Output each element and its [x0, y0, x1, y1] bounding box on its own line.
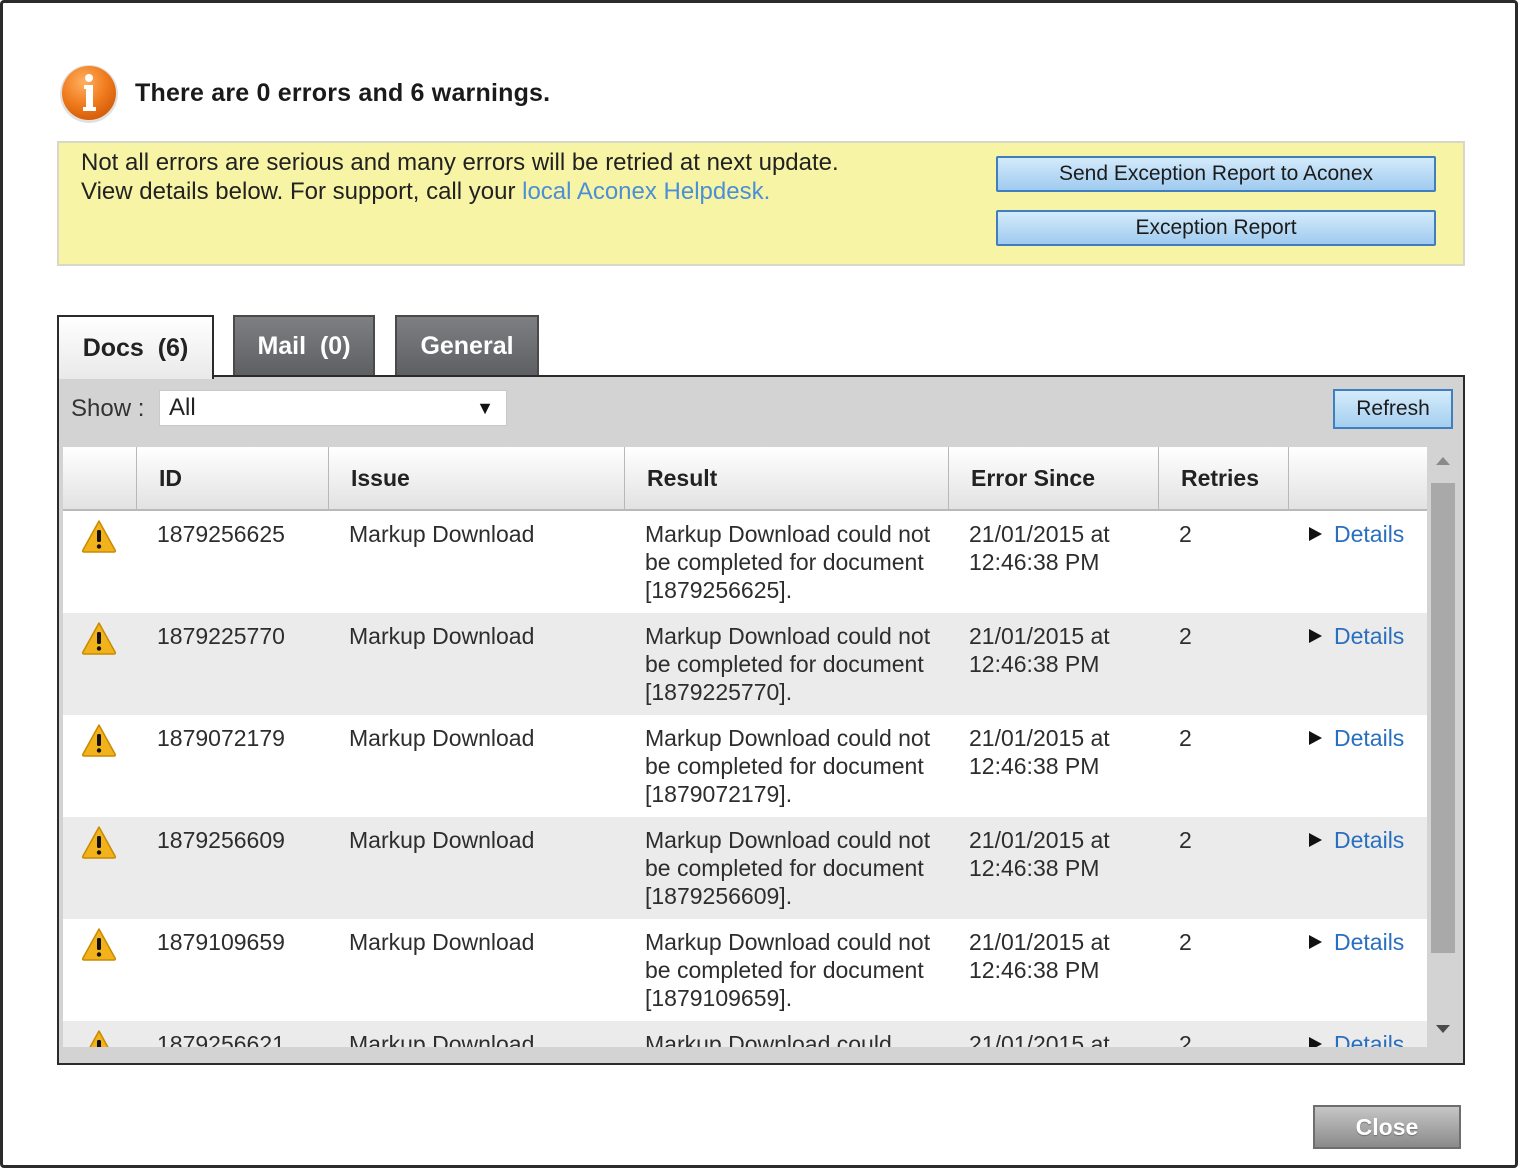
table-row[interactable]: 1879256621 Markup Download Markup Download…: [63, 1021, 1427, 1047]
show-filter-label: Show :: [71, 395, 145, 422]
row-retries: 2: [1179, 929, 1192, 955]
tab-general[interactable]: General: [395, 315, 539, 376]
notice-line-2: View details below. For support, call yo…: [81, 178, 770, 206]
scroll-down-arrow-icon[interactable]: [1436, 1025, 1450, 1033]
details-link[interactable]: Details: [1334, 826, 1404, 854]
dropdown-arrow-icon: ▼: [476, 398, 494, 418]
row-result: Markup Download could not be completed f…: [645, 725, 931, 807]
row-result: Markup Download could: [645, 1031, 892, 1047]
row-result: Markup Download could not be completed f…: [645, 623, 931, 705]
table-row[interactable]: 1879109659 Markup Download Markup Download…: [63, 919, 1427, 1021]
column-header-icon: [63, 447, 137, 509]
row-id: 1879256625: [157, 521, 285, 547]
warning-icon: [81, 1029, 117, 1047]
table-header: ID Issue Result Error Since Retries: [63, 447, 1427, 511]
row-issue: Markup Download: [349, 929, 535, 955]
send-exception-report-button[interactable]: Send Exception Report to Aconex: [996, 156, 1436, 192]
details-link[interactable]: Details: [1334, 724, 1404, 752]
warning-icon: [81, 723, 117, 757]
notice-line-2-text: View details below. For support, call yo…: [81, 178, 523, 205]
row-issue: Markup Download: [349, 1031, 535, 1047]
row-error-since: 21/01/2015 at 12:46:38 PM: [969, 623, 1110, 677]
table-body: 1879256625 Markup Download Markup Download…: [63, 511, 1427, 1047]
row-result: Markup Download could not be completed f…: [645, 827, 931, 909]
table-row[interactable]: 1879256625 Markup Download Markup Download…: [63, 511, 1427, 613]
row-retries: 2: [1179, 827, 1192, 853]
row-result: Markup Download could not be completed f…: [645, 929, 931, 1011]
warning-icon: [81, 519, 117, 553]
table-scrollbar[interactable]: [1429, 447, 1457, 1047]
row-retries: 2: [1179, 623, 1192, 649]
summary-text: There are 0 errors and 6 warnings.: [135, 78, 551, 107]
details-toggle[interactable]: Details: [1309, 826, 1404, 854]
exception-report-button[interactable]: Exception Report: [996, 210, 1436, 246]
row-result: Markup Download could not be completed f…: [645, 521, 931, 603]
row-retries: 2: [1179, 521, 1192, 547]
notice-banner: Not all errors are serious and many erro…: [57, 141, 1465, 266]
details-link[interactable]: Details: [1334, 520, 1404, 548]
expand-triangle-icon: [1309, 935, 1322, 949]
docs-panel: Show : All ▼ Refresh ID Issue Result Err…: [57, 375, 1465, 1065]
row-issue: Markup Download: [349, 623, 535, 649]
helpdesk-link[interactable]: local Aconex Helpdesk.: [522, 178, 770, 205]
expand-triangle-icon: [1309, 833, 1322, 847]
expand-triangle-icon: [1309, 1037, 1322, 1047]
row-issue: Markup Download: [349, 725, 535, 751]
expand-triangle-icon: [1309, 527, 1322, 541]
warning-icon: [81, 621, 117, 655]
column-header-issue[interactable]: Issue: [329, 447, 625, 509]
row-error-since: 21/01/2015 at 12:46:38 PM: [969, 521, 1110, 575]
scrollbar-thumb[interactable]: [1431, 483, 1455, 953]
tab-mail[interactable]: Mail (0): [233, 315, 375, 376]
summary-header: There are 0 errors and 6 warnings.: [58, 61, 550, 125]
exceptions-table: ID Issue Result Error Since Retries 1879…: [63, 447, 1427, 1047]
column-header-retries[interactable]: Retries: [1159, 447, 1289, 509]
row-error-since: 21/01/2015 at 12:46:38 PM: [969, 929, 1110, 983]
row-id: 1879109659: [157, 929, 285, 955]
table-row[interactable]: 1879256609 Markup Download Markup Download…: [63, 817, 1427, 919]
scroll-up-arrow-icon[interactable]: [1436, 457, 1450, 465]
details-toggle[interactable]: Details: [1309, 724, 1404, 752]
refresh-button[interactable]: Refresh: [1333, 389, 1453, 429]
details-link[interactable]: Details: [1334, 1030, 1404, 1047]
details-toggle[interactable]: Details: [1309, 1030, 1404, 1047]
details-toggle[interactable]: Details: [1309, 622, 1404, 650]
column-header-details: [1289, 447, 1427, 509]
details-toggle[interactable]: Details: [1309, 928, 1404, 956]
table-row[interactable]: 1879072179 Markup Download Markup Download…: [63, 715, 1427, 817]
row-id: 1879072179: [157, 725, 285, 751]
show-filter-value: All: [169, 394, 196, 421]
tab-docs[interactable]: Docs (6): [57, 315, 214, 379]
show-filter-select[interactable]: All ▼: [159, 390, 507, 426]
details-link[interactable]: Details: [1334, 928, 1404, 956]
column-header-error-since[interactable]: Error Since: [949, 447, 1159, 509]
close-button[interactable]: Close: [1313, 1105, 1461, 1149]
row-id: 1879225770: [157, 623, 285, 649]
row-error-since: 21/01/2015 at 12:46:38 PM: [969, 725, 1110, 779]
column-header-result[interactable]: Result: [625, 447, 949, 509]
row-error-since: 21/01/2015 at: [969, 1031, 1110, 1047]
warning-icon: [81, 927, 117, 961]
row-retries: 2: [1179, 1031, 1192, 1047]
row-id: 1879256621: [157, 1031, 285, 1047]
column-header-id[interactable]: ID: [137, 447, 329, 509]
dialog-window: There are 0 errors and 6 warnings. Not a…: [0, 0, 1518, 1168]
row-error-since: 21/01/2015 at 12:46:38 PM: [969, 827, 1110, 881]
details-toggle[interactable]: Details: [1309, 520, 1404, 548]
details-link[interactable]: Details: [1334, 622, 1404, 650]
table-row[interactable]: 1879225770 Markup Download Markup Download…: [63, 613, 1427, 715]
row-issue: Markup Download: [349, 827, 535, 853]
row-id: 1879256609: [157, 827, 285, 853]
row-issue: Markup Download: [349, 521, 535, 547]
expand-triangle-icon: [1309, 629, 1322, 643]
warning-icon: [81, 825, 117, 859]
notice-line-1: Not all errors are serious and many erro…: [81, 149, 839, 176]
expand-triangle-icon: [1309, 731, 1322, 745]
info-icon: [60, 65, 118, 123]
row-retries: 2: [1179, 725, 1192, 751]
